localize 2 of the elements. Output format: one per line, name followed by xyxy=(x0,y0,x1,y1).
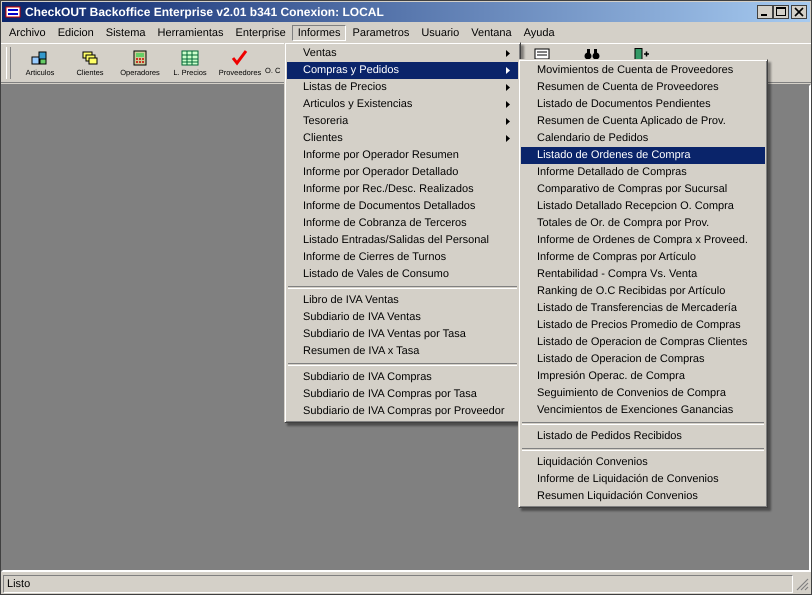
window-title: CheckOUT Backoffice Enterprise v2.01 b341 Conexion: LOCAL xyxy=(25,5,385,19)
status-text: Listo xyxy=(3,574,793,592)
